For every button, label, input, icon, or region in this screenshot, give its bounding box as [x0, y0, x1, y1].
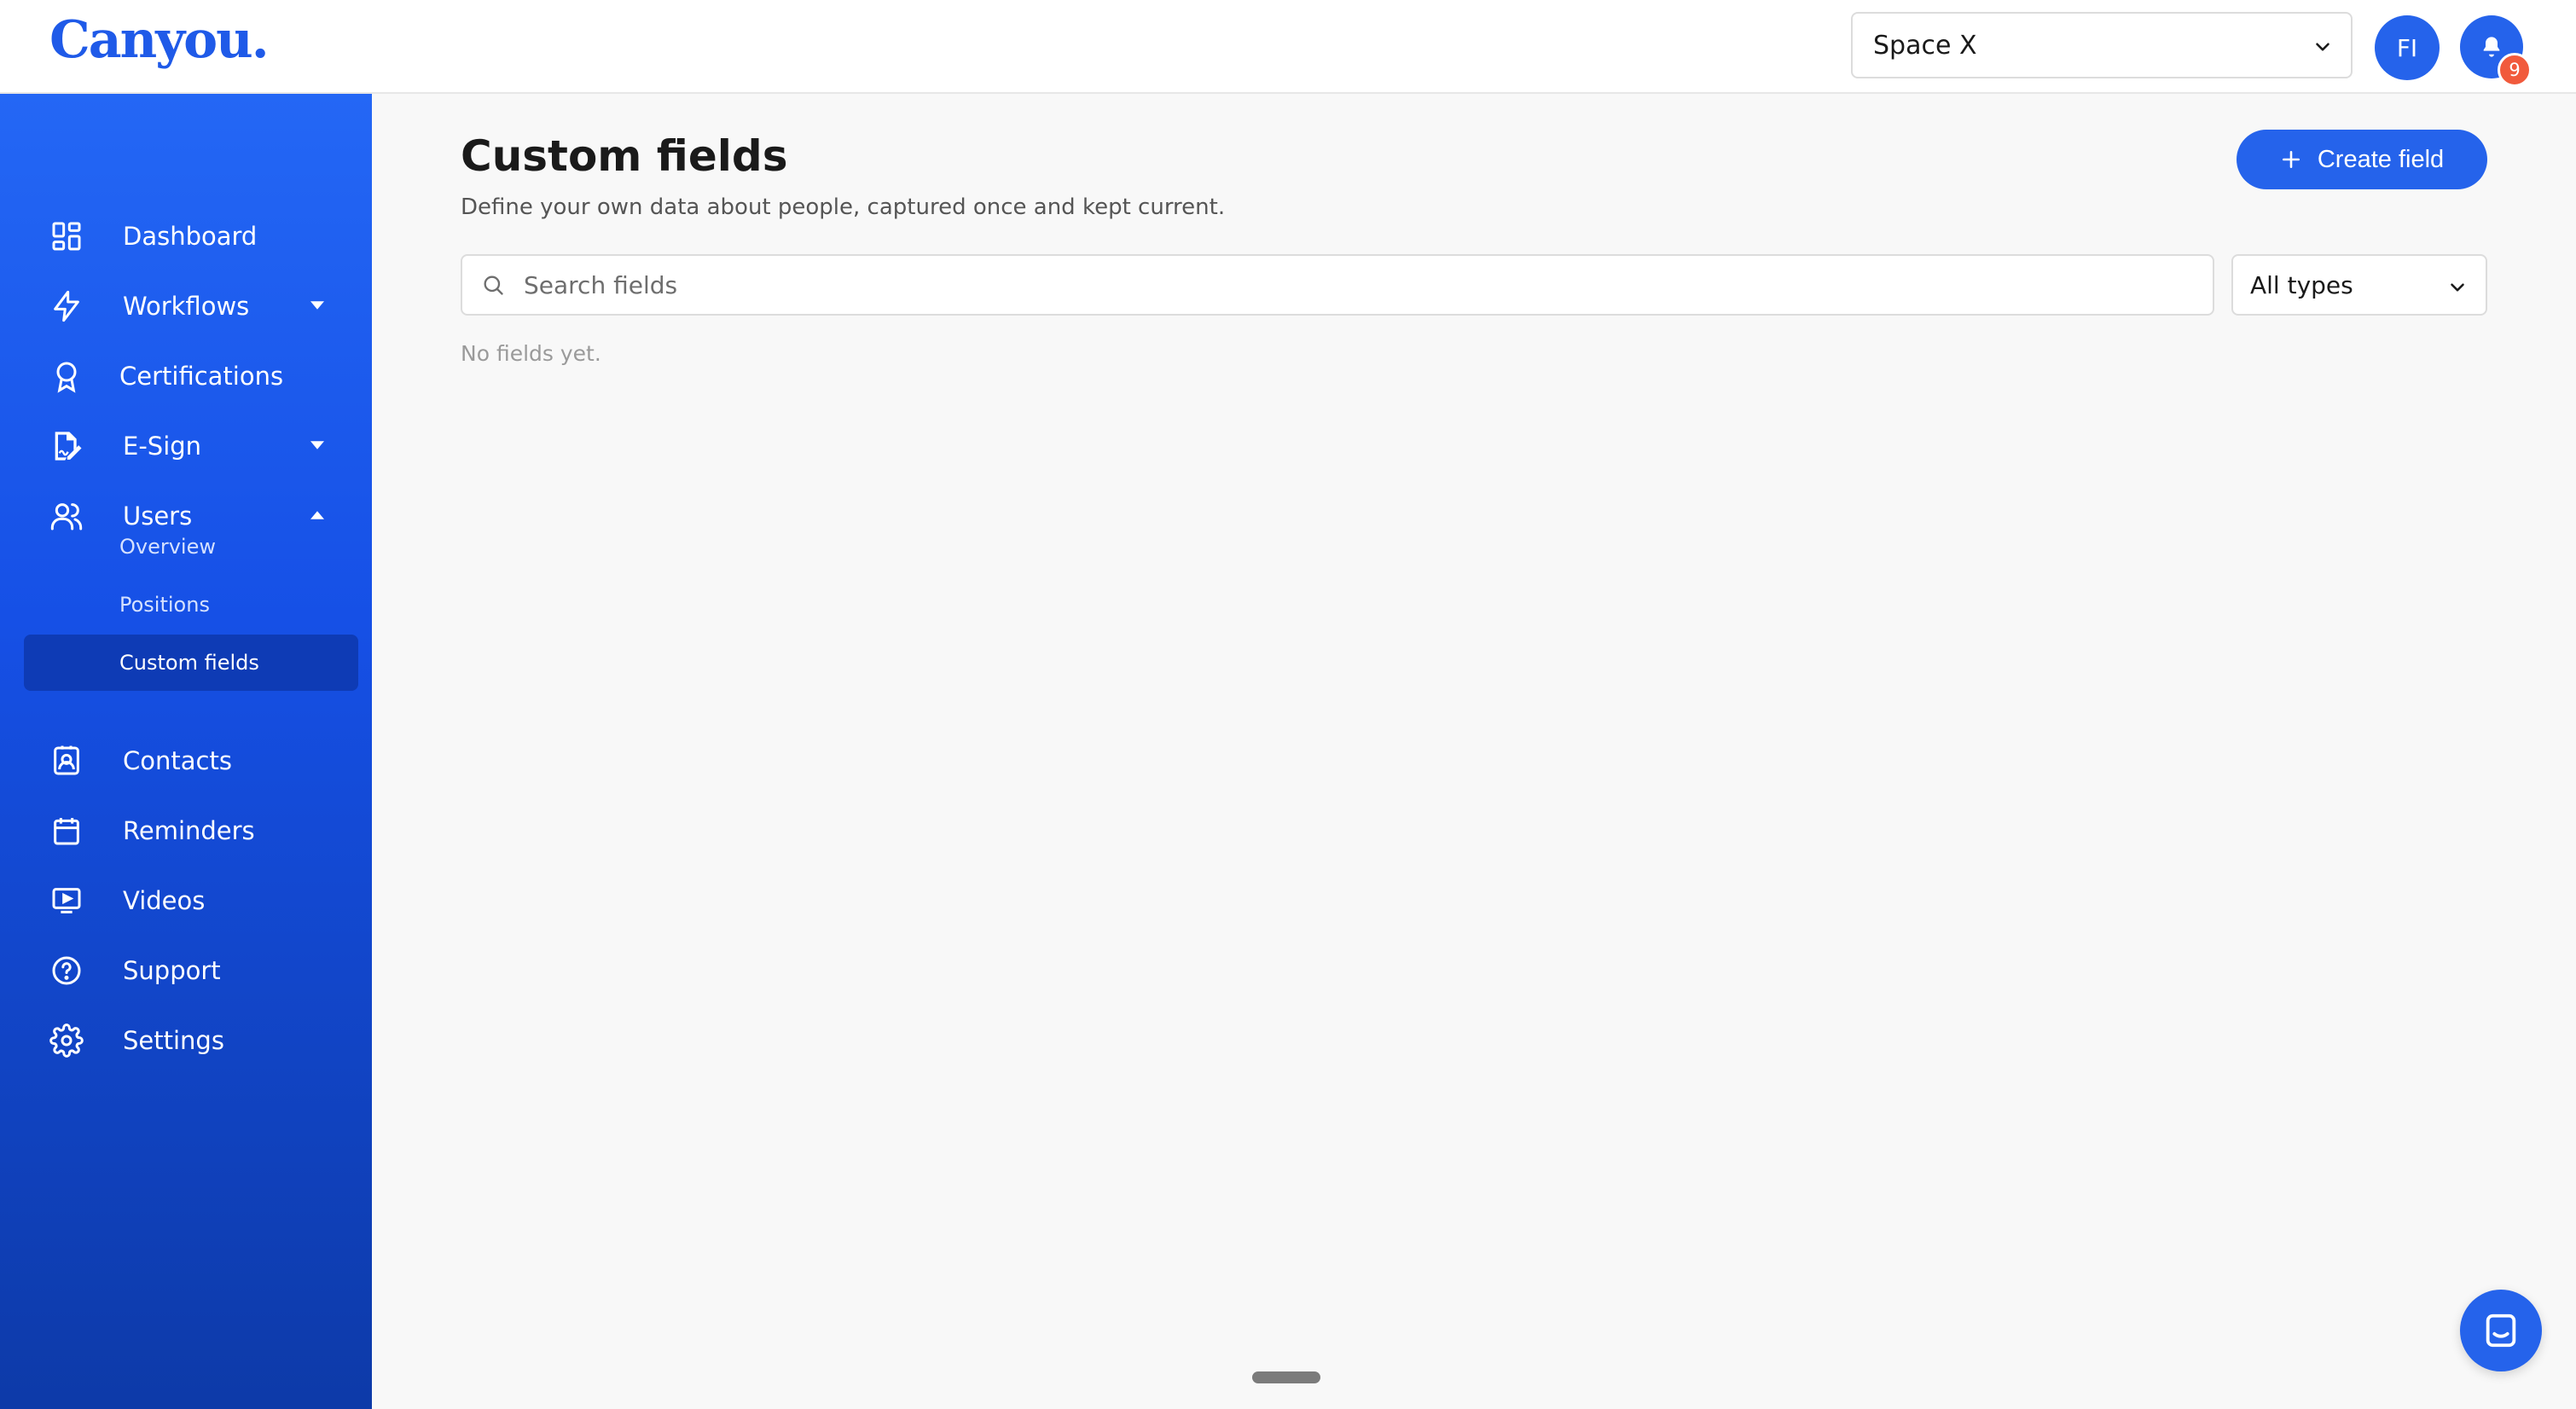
sidebar-subitem-positions[interactable]: Positions: [24, 577, 358, 633]
sidebar-item-reminders[interactable]: Reminders: [0, 801, 372, 861]
sidebar-subitem-label: Custom fields: [119, 651, 259, 675]
sidebar-item-support[interactable]: Support: [0, 941, 372, 1000]
help-circle-icon: [52, 956, 81, 985]
space-selector-value: Space X: [1873, 30, 1977, 61]
chat-icon: [2486, 1313, 2516, 1348]
space-selector[interactable]: Space X: [1851, 12, 2353, 78]
scroll-handle[interactable]: [1252, 1371, 1320, 1383]
type-filter-value: All types: [2250, 270, 2353, 299]
plus-icon: [2282, 151, 2300, 168]
sidebar-item-label: Dashboard: [123, 222, 258, 251]
search-container: [461, 254, 2214, 316]
create-field-button[interactable]: Create field: [2237, 130, 2487, 189]
page-subtitle: Define your own data about people, captu…: [461, 194, 1226, 220]
caret-down-icon[interactable]: [310, 300, 324, 310]
sidebar-subitem-overview[interactable]: Overview: [24, 519, 358, 575]
sidebar-item-label: Settings: [123, 1026, 224, 1055]
create-field-label: Create field: [2317, 145, 2445, 173]
notification-count-badge: 9: [2498, 53, 2532, 87]
sidebar-item-certifications[interactable]: Certifications: [0, 346, 372, 406]
sidebar-item-contacts[interactable]: Contacts: [0, 731, 372, 791]
logo[interactable]: Canyou.: [49, 10, 270, 70]
sidebar-item-videos[interactable]: Videos: [0, 871, 372, 931]
caret-down-icon[interactable]: [310, 440, 324, 450]
user-avatar[interactable]: FI: [2375, 15, 2440, 80]
empty-state-message: No fields yet.: [461, 341, 601, 366]
dashboard-icon: [52, 222, 81, 251]
sidebar-item-label: Certifications: [119, 362, 284, 391]
search-icon: [484, 275, 503, 295]
sidebar-item-dashboard[interactable]: Dashboard: [0, 206, 372, 266]
sidebar-subitem-custom-fields[interactable]: Custom fields: [24, 635, 358, 691]
sidebar-item-label: Workflows: [123, 292, 250, 321]
lightning-icon: [54, 290, 79, 322]
contact-card-icon: [54, 745, 79, 775]
sidebar-item-label: Reminders: [123, 816, 255, 845]
page-title: Custom fields: [461, 131, 788, 181]
video-icon: [52, 888, 81, 913]
sidebar-item-label: Contacts: [123, 746, 232, 775]
sidebar-item-workflows[interactable]: Workflows: [0, 276, 372, 336]
search-input[interactable]: [524, 256, 2196, 314]
bell-icon: [2483, 37, 2500, 57]
calendar-icon: [54, 818, 79, 845]
sidebar-item-label: Support: [123, 956, 221, 985]
sidebar: Dashboard Workflows Certifications E-Sig…: [0, 94, 372, 1409]
avatar-initials: FI: [2396, 33, 2418, 62]
type-filter-select[interactable]: All types: [2231, 254, 2487, 316]
signature-icon: [55, 432, 82, 461]
sidebar-item-e-sign[interactable]: E-Sign: [0, 416, 372, 476]
chevron-down-icon: [2451, 283, 2464, 292]
sidebar-subitem-label: Positions: [119, 593, 210, 617]
sidebar-subitem-label: Overview: [119, 535, 216, 559]
sidebar-item-label: Videos: [123, 886, 206, 915]
sidebar-item-label: E-Sign: [123, 432, 202, 461]
sidebar-item-settings[interactable]: Settings: [0, 1011, 372, 1070]
gear-icon: [49, 1023, 84, 1058]
chat-launcher-button[interactable]: [2460, 1290, 2542, 1371]
top-bar: Canyou. Space X FI 9: [0, 0, 2576, 94]
award-icon: [56, 362, 77, 393]
chevron-down-icon: [2316, 43, 2329, 51]
